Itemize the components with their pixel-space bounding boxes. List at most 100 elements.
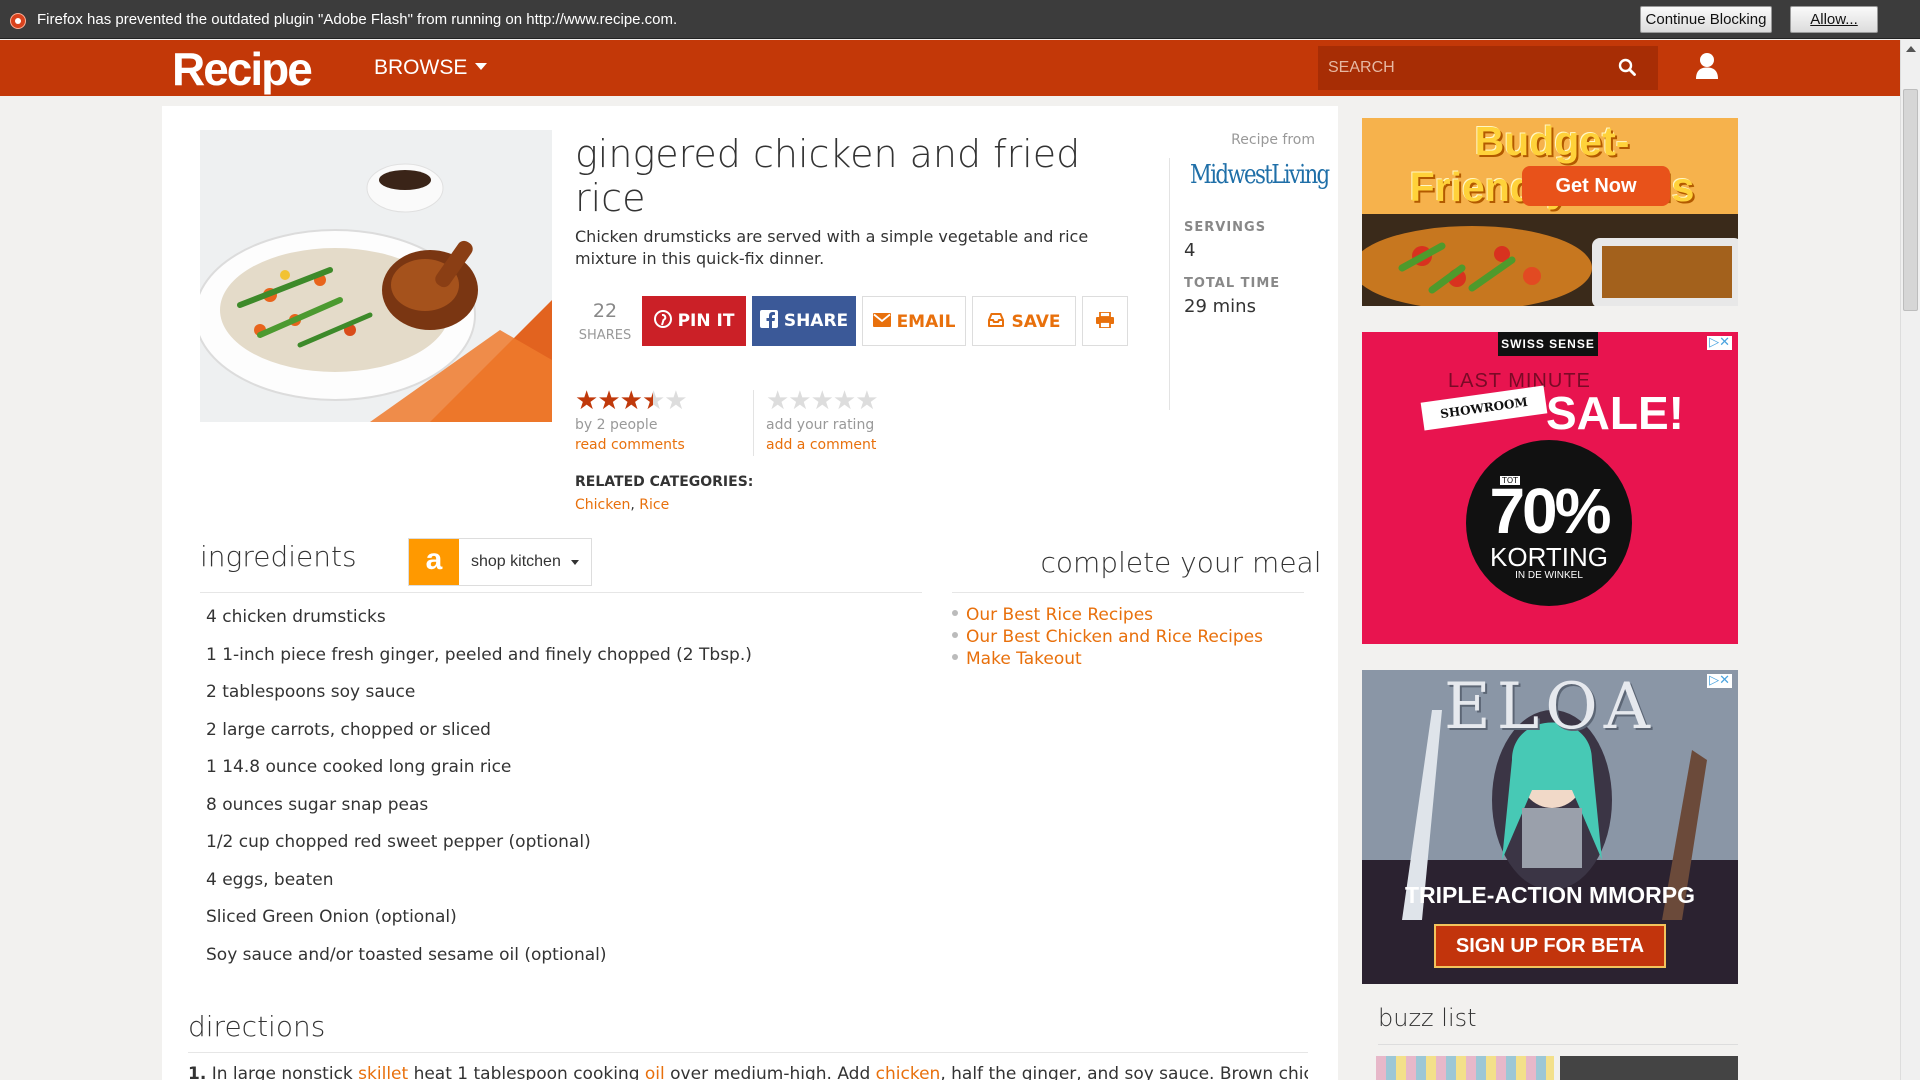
recipe-photo [200,130,552,422]
meal-divider [952,592,1304,593]
printer-icon [1096,311,1114,329]
step-text: heat 1 tablespoon cooking [408,1064,645,1080]
search-icon[interactable] [1618,58,1636,76]
star-icon: ★ [619,386,643,416]
shop-kitchen-dropdown[interactable]: a shop kitchen [408,538,592,586]
oil-link[interactable]: oil [645,1064,665,1080]
ad-brand: SWISS SENSE [1498,332,1598,356]
complete-your-meal-heading: complete your meal [1040,546,1322,579]
meal-link-item[interactable]: Make Takeout [952,648,1263,670]
ad-tagline: TRIPLE-ACTION MMORPG [1404,882,1696,908]
add-comment-link[interactable]: add a comment [766,437,876,453]
share-label: SHARE [783,311,849,331]
ingredients-heading: ingredients [200,540,357,573]
search-input[interactable] [1328,58,1598,78]
chicken-link[interactable]: chicken [876,1064,941,1080]
ad-discount-badge: TOT 70% KORTING IN DE WINKEL [1466,440,1632,606]
swiss-sense-ad[interactable]: ▷✕ SWISS SENSE LAST MINUTE SHOWROOM SALE… [1362,332,1738,644]
bullet-icon [952,632,958,638]
ad-winkel: IN DE WINKEL [1515,570,1583,581]
meal-link-label: Our Best Rice Recipes [966,605,1154,625]
plugin-blocked-icon [10,13,26,29]
meal-link-item[interactable]: Our Best Rice Recipes [952,604,1263,626]
notification-message: Firefox has prevented the outdated plugi… [37,11,678,28]
servings-label: SERVINGS [1184,220,1267,235]
ad-sale-text: SALE! [1546,387,1684,439]
direction-step-1: 1. In large nonstick skillet heat 1 tabl… [188,1064,1308,1080]
meal-link-item[interactable]: Our Best Chicken and Rice Recipes [952,626,1263,648]
directions-heading: directions [188,1010,326,1043]
ingredient-item: 1/2 cup chopped red sweet pepper (option… [206,832,591,852]
tray-icon [988,313,1005,327]
share-count-label: SHARES [578,328,632,343]
directions-divider [188,1052,1308,1053]
site-logo[interactable]: Recipe [172,42,313,96]
ingredients-divider [200,592,922,593]
buzz-thumbnail[interactable] [1376,1056,1554,1080]
email-button[interactable]: EMAIL [862,296,966,346]
recipe-title: gingered chicken and fried rice [575,132,1081,220]
ingredient-item: 2 tablespoons soy sauce [206,682,416,702]
pin-it-label: PIN IT [677,311,735,331]
star-icon: ★ [575,386,598,416]
step-number: 1. [188,1064,207,1080]
save-button[interactable]: SAVE [972,296,1076,346]
ingredient-item: 4 eggs, beaten [206,869,334,890]
meal-links-list: Our Best Rice Recipes Our Best Chicken a… [952,604,1263,670]
category-link-chicken[interactable]: Chicken [575,497,630,513]
read-comments-link[interactable]: read comments [575,437,685,453]
ingredients-list: 4 chicken drumsticks 1 1-inch piece fres… [206,604,752,979]
recipe-content: gingered chicken and fried rice Chicken … [162,106,1338,1080]
ingredient-item: 1 14.8 ounce cooked long grain rice [206,757,512,777]
eloa-game-ad[interactable]: ▷✕ ELOA TRIPLE-ACTION MMORPG SIGN UP FOR… [1362,670,1738,984]
user-icon[interactable] [1695,52,1719,80]
step-text: over medium-high. Add [664,1064,876,1080]
buzz-divider [1378,1044,1738,1045]
facebook-icon [759,310,778,328]
buzz-thumbnail[interactable] [1560,1056,1738,1080]
continue-blocking-button[interactable]: Continue Blocking [1640,6,1772,33]
pinterest-icon [653,310,672,328]
search-box [1318,46,1658,90]
shop-kitchen-label: shop kitchen [471,553,561,570]
budget-meals-ad[interactable]: Budget-Friendly Meals Get Now [1362,118,1738,306]
browse-menu[interactable]: BROWSE [374,56,488,80]
recipe-from-label: Recipe from [1231,132,1315,148]
category-link-rice[interactable]: Rice [639,497,669,513]
rating-divider [753,390,754,456]
ingredient-item: 1 1-inch piece fresh ginger, peeled and … [206,644,752,665]
chevron-down-icon [571,560,579,565]
scrollbar-thumb[interactable] [1903,89,1918,311]
adchoices-icon[interactable]: ▷✕ [1707,336,1732,350]
related-categories: Chicken, Rice [575,497,670,513]
buzz-list-heading: buzz list [1378,1004,1477,1032]
ad-percent: 70% [1489,475,1611,547]
pin-it-button[interactable]: PIN IT [642,296,746,346]
plugin-notification-bar: Firefox has prevented the outdated plugi… [0,0,1920,39]
recipe-description: Chicken drumsticks are served with a sim… [575,227,1089,268]
ad-sign-up-button[interactable]: SIGN UP FOR BETA [1434,924,1666,968]
user-rating-stars[interactable]: ★★★★★ [766,388,879,414]
ad-get-now-button[interactable]: Get Now [1522,166,1670,206]
midwest-living-logo[interactable]: MidwestLiving [1190,160,1330,190]
facebook-share-button[interactable]: SHARE [752,296,856,346]
browse-label: BROWSE [374,56,468,79]
related-categories-label: RELATED CATEGORIES: [575,474,754,490]
average-rating-stars: ★★★★★ [575,386,688,416]
allow-plugin-button[interactable]: Allow... [1790,6,1878,33]
servings-value: 4 [1184,240,1196,261]
print-button[interactable] [1082,296,1128,346]
star-icon: ★ [664,386,687,416]
ingredient-item: 8 ounces sugar snap peas [206,794,429,815]
page-scrollbar[interactable] [1900,40,1920,1080]
meal-link-label: Make Takeout [966,649,1082,669]
add-rating-label: add your rating [766,417,875,433]
bullet-icon [952,654,958,660]
ingredient-item: Soy sauce and/or toasted sesame oil (opt… [206,944,607,965]
scroll-up-arrow-icon[interactable] [1906,46,1916,52]
total-time-value: 29 mins [1184,296,1256,317]
chevron-down-icon [475,62,488,70]
skillet-link[interactable]: skillet [358,1064,408,1080]
ad-korting: KORTING [1490,542,1608,572]
bullet-icon [952,610,958,616]
